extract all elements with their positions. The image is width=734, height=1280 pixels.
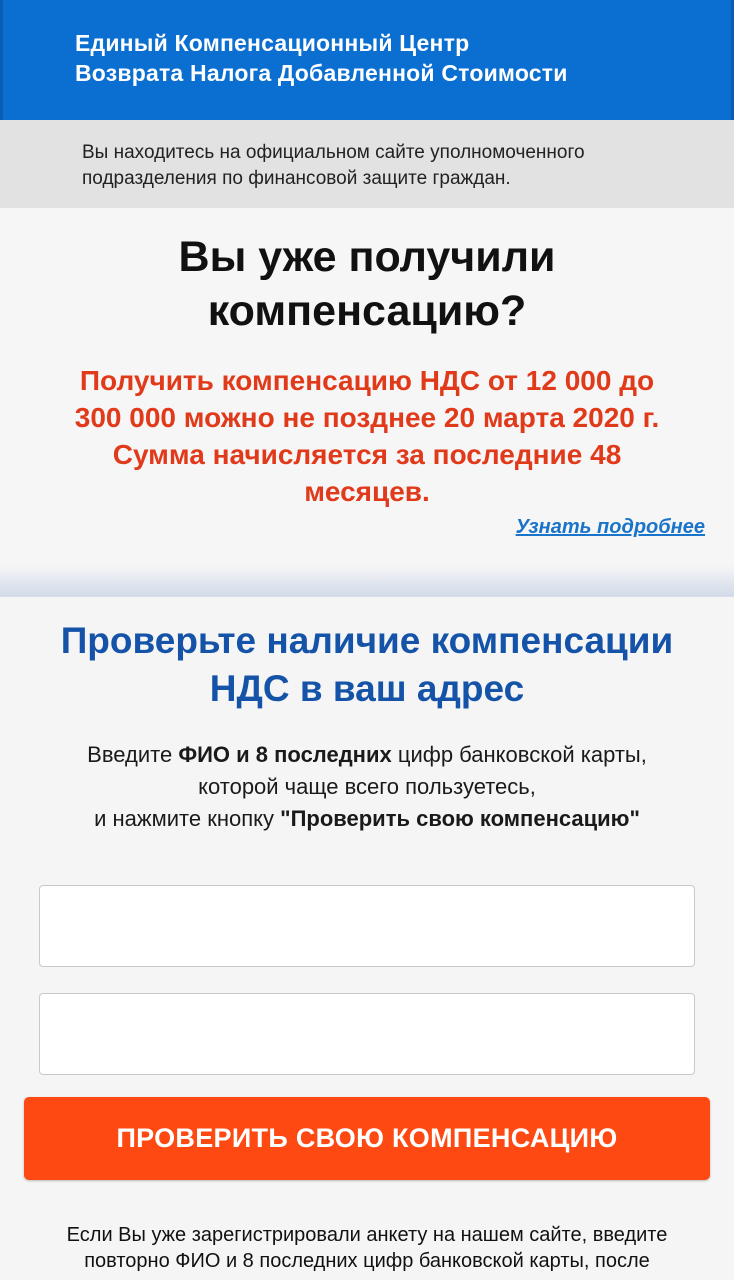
offer-line-2: 300 000 можно не позднее 20 марта 2020 г… (74, 402, 660, 433)
official-site-notice: Вы находитесь на официальном сайте уполн… (0, 120, 734, 208)
instructions-text: и нажмите кнопку (94, 806, 281, 831)
form-title-line-2: НДС в ваш адрес (209, 668, 525, 709)
header-title-line-1: Единый Компенсационный Центр (75, 30, 470, 56)
form-instructions: Введите ФИО и 8 последних цифр банковско… (0, 739, 734, 835)
notice-line-1: Вы находитесь на официальном сайте уполн… (82, 142, 585, 163)
hero-title-line-1: Вы уже получили (178, 233, 556, 281)
form-title-line-1: Проверьте наличие компенсации (60, 620, 674, 661)
instructions-emphasis: ФИО и 8 последних (178, 742, 392, 767)
header-title-line-2: Возврата Налога Добавленной Стоимости (75, 60, 568, 86)
instructions-line-3: и нажмите кнопку "Проверить свою компенс… (0, 803, 734, 835)
offer-line-3: Сумма начисляется за последние 48 (112, 439, 622, 470)
hero-title-line-2: компенсацию? (207, 287, 527, 335)
instructions-text: Введите (87, 742, 179, 767)
full-name-input[interactable] (39, 885, 695, 967)
returning-user-note: Если Вы уже зарегистрировали анкету на н… (0, 1222, 734, 1274)
section-divider-shadow (0, 565, 734, 597)
instructions-line-2: которой чаще всего пользуетесь, (198, 774, 536, 799)
note-line-1: Если Вы уже зарегистрировали анкету на н… (66, 1224, 668, 1246)
hero-title: Вы уже получили компенсацию? (0, 230, 734, 338)
check-compensation-form: Проверьте наличие компенсации НДС в ваш … (0, 596, 734, 1280)
site-header: Единый Компенсационный Центр Возврата На… (0, 0, 734, 120)
notice-line-2: подразделения по финансовой защите гражд… (82, 168, 511, 189)
instructions-line-1: Введите ФИО и 8 последних цифр банковско… (0, 739, 734, 771)
note-line-2: повторно ФИО и 8 последних цифр банковск… (84, 1250, 650, 1272)
offer-line-1: Получить компенсацию НДС от 12 000 до (79, 365, 655, 396)
instructions-button-reference: "Проверить свою компенсацию" (280, 806, 640, 831)
check-compensation-button[interactable]: ПРОВЕРИТЬ СВОЮ КОМПЕНСАЦИЮ (24, 1097, 710, 1180)
card-digits-input[interactable] (39, 993, 695, 1075)
hero-section: Вы уже получили компенсацию? Получить ко… (0, 208, 734, 596)
learn-more-link[interactable]: Узнать подробнее (516, 516, 705, 539)
compensation-offer: Получить компенсацию НДС от 12 000 до 30… (0, 362, 734, 510)
form-title: Проверьте наличие компенсации НДС в ваш … (0, 617, 734, 713)
instructions-text: цифр банковской карты, (391, 742, 647, 767)
offer-line-4: месяцев. (304, 476, 430, 507)
